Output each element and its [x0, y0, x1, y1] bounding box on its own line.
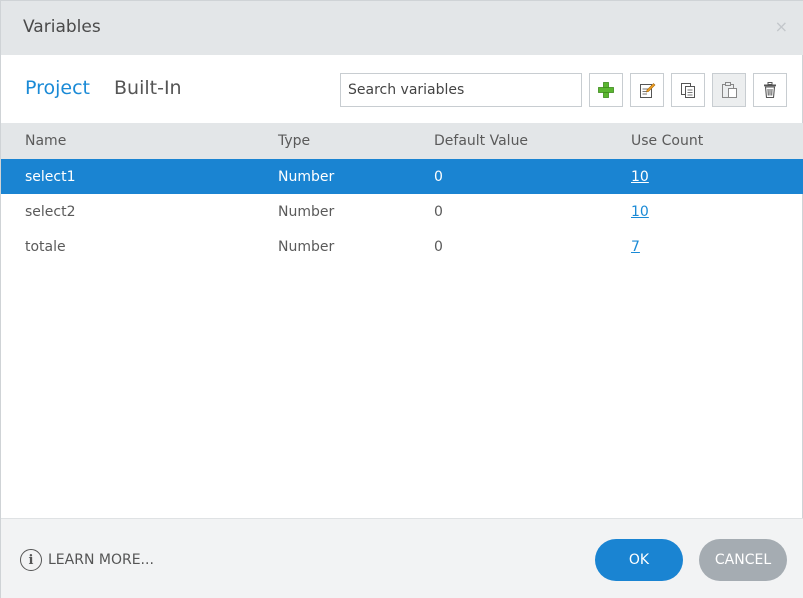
column-header-use-count[interactable]: Use Count	[631, 123, 703, 159]
cell-name: select1	[25, 168, 76, 185]
paste-variable-button[interactable]	[712, 73, 746, 107]
table-row[interactable]: select1 Number 0 10	[1, 159, 803, 194]
ok-button[interactable]: OK	[595, 539, 683, 581]
cell-type: Number	[278, 203, 335, 220]
column-header-name[interactable]: Name	[25, 123, 66, 159]
table-row[interactable]: totale Number 0 7	[1, 229, 803, 264]
copy-icon	[681, 83, 695, 98]
trash-icon	[764, 82, 776, 99]
tab-built-in[interactable]: Built-In	[114, 77, 182, 103]
tab-project[interactable]: Project	[25, 77, 90, 103]
cell-default-value: 0	[434, 168, 443, 185]
copy-variable-button[interactable]	[671, 73, 705, 107]
column-header-type[interactable]: Type	[278, 123, 310, 159]
search-input[interactable]	[340, 73, 582, 107]
cell-default-value: 0	[434, 238, 443, 255]
learn-more-label: LEARN MORE...	[48, 552, 154, 568]
use-count-link[interactable]: 10	[631, 194, 649, 229]
cell-default-value: 0	[434, 203, 443, 220]
add-icon	[598, 82, 614, 98]
dialog-footer: i LEARN MORE... OK CANCEL	[1, 518, 803, 598]
delete-variable-button[interactable]	[753, 73, 787, 107]
edit-icon	[640, 83, 656, 98]
add-variable-button[interactable]	[589, 73, 623, 107]
edit-variable-button[interactable]	[630, 73, 664, 107]
table-row[interactable]: select2 Number 0 10	[1, 194, 803, 229]
info-icon: i	[20, 549, 42, 571]
variables-dialog: Variables × Project Built-In Search vari…	[0, 0, 803, 598]
use-count-link[interactable]: 7	[631, 229, 640, 264]
dialog-title: Variables	[23, 17, 101, 37]
learn-more-link[interactable]: i LEARN MORE...	[20, 549, 154, 571]
column-header-default-value[interactable]: Default Value	[434, 123, 528, 159]
cancel-button[interactable]: CANCEL	[699, 539, 787, 581]
cell-name: select2	[25, 203, 76, 220]
cell-type: Number	[278, 238, 335, 255]
tab-bar: Project Built-In	[25, 77, 182, 103]
cell-type: Number	[278, 168, 335, 185]
close-icon[interactable]: ×	[775, 17, 788, 36]
title-bar: Variables ×	[1, 1, 803, 55]
paste-icon	[722, 82, 737, 98]
use-count-link[interactable]: 10	[631, 159, 649, 194]
table-header: Name Type Default Value Use Count	[1, 123, 803, 159]
variables-table: Name Type Default Value Use Count select…	[1, 123, 803, 264]
cell-name: totale	[25, 238, 66, 255]
